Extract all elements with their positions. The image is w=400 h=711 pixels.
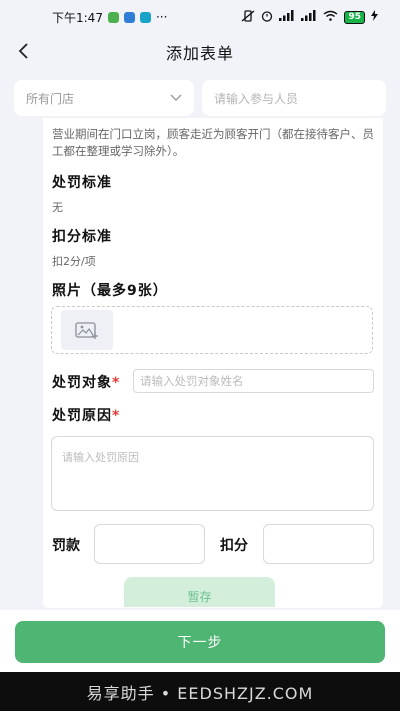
status-right: 95 [241,9,378,25]
fine-label: 罚款 [52,538,80,554]
page-title: 添加表单 [165,44,234,63]
wifi-icon [323,10,338,24]
deduction-standard-value: 扣2分/项 [52,255,96,268]
required-mark: * [112,408,121,424]
save-draft-button[interactable]: 暂存 [124,577,275,607]
image-add-icon [75,322,98,339]
charging-icon [371,10,378,24]
photo-upload-area [51,306,373,354]
rule-text: 营业期间在门口立岗，顾客走近为顾客开门（都在接待客户、员工都在整理或学习除外）。 [52,127,374,158]
navigation-bar: 添加表单 [0,34,400,70]
next-step-label: 下一步 [177,635,223,651]
penalty-target-placeholder: 请输入处罚对象姓名 [140,374,244,388]
points-input[interactable] [263,524,374,564]
message-app-icon [123,11,135,23]
status-time: 下午1:47 [52,10,103,25]
penalty-target-input[interactable]: 请输入处罚对象姓名 [133,369,374,393]
back-button[interactable] [16,39,38,63]
signal-icon-2 [301,10,317,24]
store-select-value: 所有门店 [26,91,75,106]
penalty-reason-placeholder: 请输入处罚原因 [62,451,139,464]
more-notifications-icon: ··· [155,10,168,24]
penalty-standard-value: 无 [52,201,63,214]
signal-icon [279,10,295,24]
points-label: 扣分 [220,538,248,554]
penalty-reason-label-text: 处罚原因 [52,408,112,424]
shield-app-icon [139,11,151,23]
photos-label: 照片（最多9张） [52,283,168,299]
filter-bar: 所有门店 请输入参与人员 [14,80,386,116]
status-left: 下午1:47 ··· [52,9,167,26]
wechat-icon [107,11,119,23]
chevron-down-icon [170,94,182,101]
add-photo-button[interactable] [61,310,113,350]
chevron-left-icon [18,43,28,59]
participant-placeholder: 请输入参与人员 [214,91,299,106]
save-draft-label: 暂存 [187,590,212,604]
vibrate-off-icon [241,9,255,25]
required-mark: * [112,375,121,391]
penalty-reason-label: 处罚原因* [52,405,120,425]
penalty-reason-textarea[interactable]: 请输入处罚原因 [51,436,374,511]
penalty-target-label-text: 处罚对象 [52,375,112,391]
participant-search-input[interactable]: 请输入参与人员 [202,80,386,116]
next-step-button[interactable]: 下一步 [15,621,385,663]
alarm-icon [261,10,273,25]
store-select[interactable]: 所有门店 [14,80,194,116]
deduction-standard-label: 扣分标准 [52,229,112,245]
system-navigation-bar: 易享助手 • EEDSHZJZ.COM [0,672,400,711]
status-bar: 下午1:47 ··· 95 [0,0,400,34]
fine-input[interactable] [94,524,205,564]
rule-description: 营业期间在门口立岗，顾客走近为顾客开门（都在接待客户、员工都在整理或学习除外）。 [52,126,382,160]
penalty-target-label: 处罚对象* [52,372,120,392]
penalty-standard-label: 处罚标准 [52,175,112,191]
battery-indicator: 95 [344,10,365,24]
watermark: 易享助手 • EEDSHZJZ.COM [86,683,314,703]
